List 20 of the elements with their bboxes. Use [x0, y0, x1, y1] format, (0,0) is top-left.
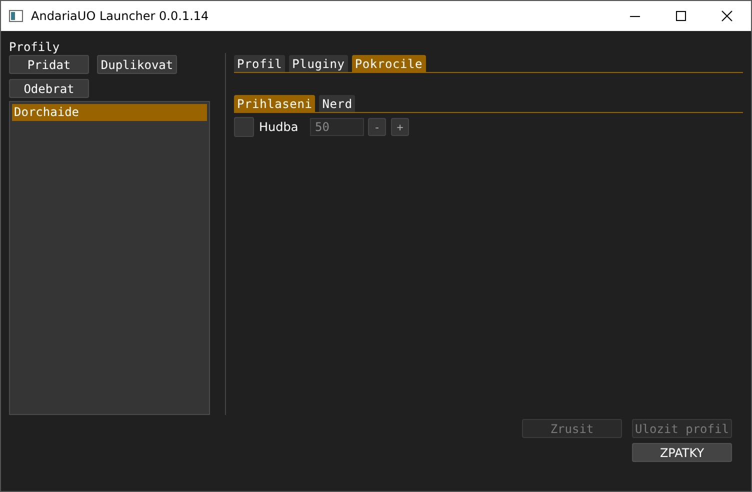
section-title: Profily: [9, 39, 61, 55]
profile-button[interactable]: Duplikovat: [97, 55, 177, 74]
increment-button[interactable]: +: [391, 118, 409, 136]
decrement-button[interactable]: -: [368, 118, 386, 136]
back-button[interactable]: ZPATKY: [632, 443, 732, 462]
app-icon: [9, 10, 23, 22]
tab[interactable]: Nerd: [319, 95, 356, 112]
tab[interactable]: Profil: [234, 55, 286, 72]
setting-label: Hudba: [259, 120, 300, 134]
tab[interactable]: Pluginy: [289, 55, 348, 72]
number-field[interactable]: 50: [310, 118, 364, 136]
tab[interactable]: Prihlaseni: [234, 95, 316, 112]
tab[interactable]: Pokrocile: [352, 55, 426, 72]
window-title: AndariaUO Launcher 0.0.1.14: [31, 9, 209, 23]
profile-item[interactable]: Dorchaide: [12, 104, 207, 121]
profile-button[interactable]: Odebrat: [9, 79, 89, 98]
maximize-icon[interactable]: [675, 10, 687, 22]
profile-button[interactable]: Pridat: [9, 55, 89, 74]
checkbox[interactable]: [234, 117, 254, 137]
close-icon[interactable]: [721, 10, 733, 22]
